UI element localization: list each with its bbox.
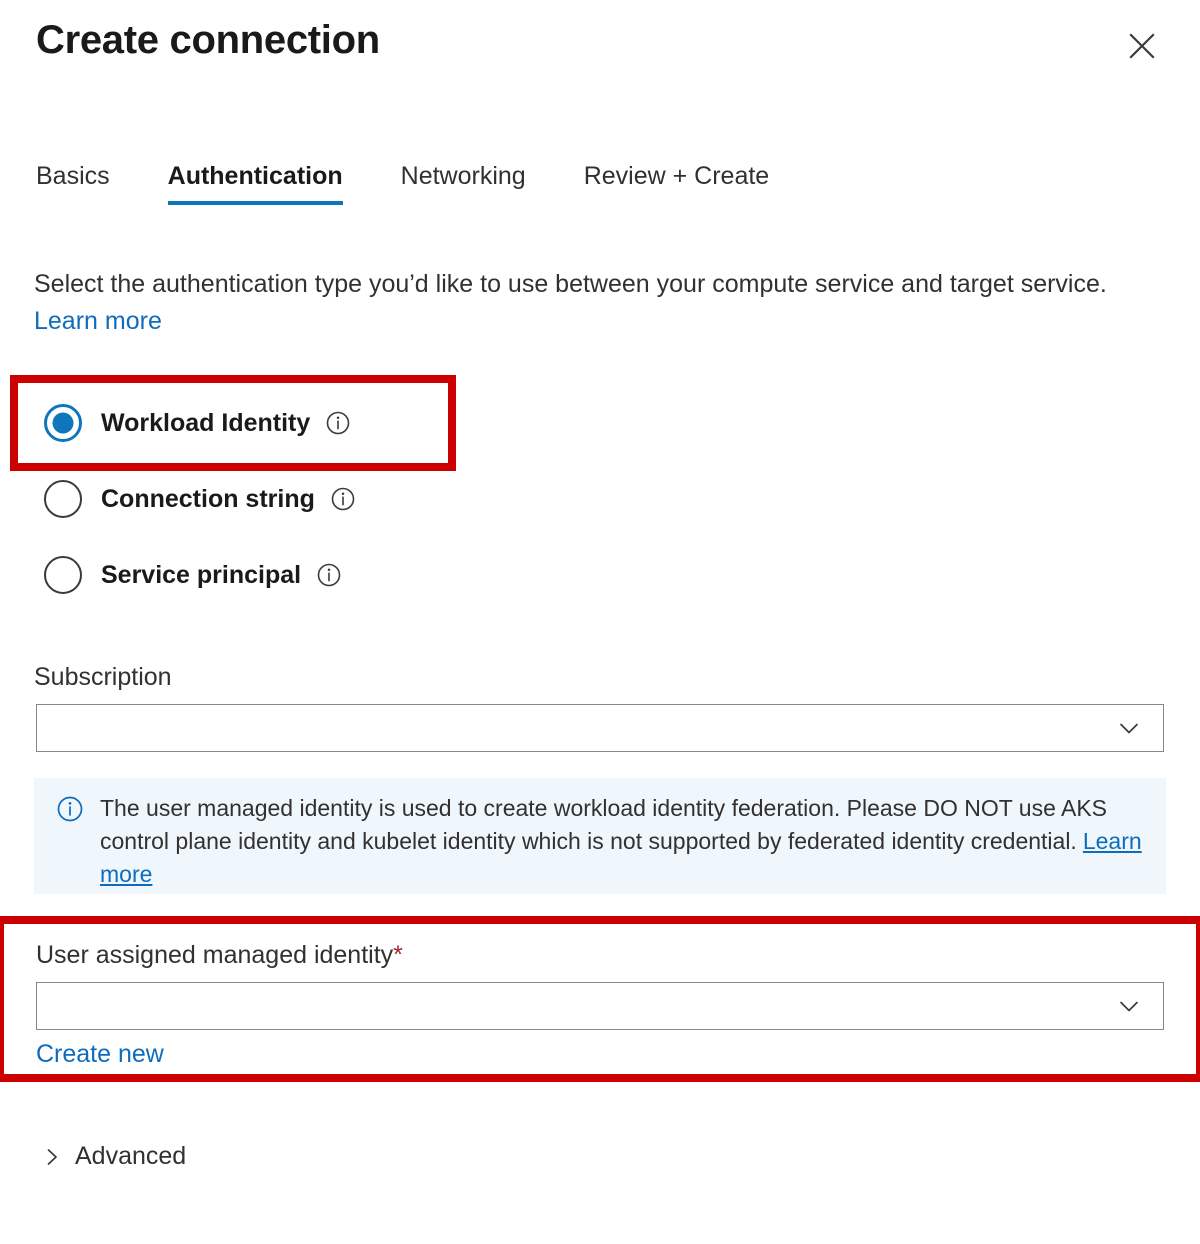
radio-connection-string[interactable]: Connection string	[44, 471, 464, 527]
radio-label-connection-string: Connection string	[101, 484, 315, 513]
auth-description-text: Select the authentication type you’d lik…	[34, 270, 1107, 298]
create-new-link[interactable]: Create new	[36, 1040, 164, 1069]
auth-description: Select the authentication type you’d lik…	[34, 266, 1124, 339]
info-icon-workload-identity[interactable]	[325, 410, 351, 436]
user-identity-label: User assigned managed identity*	[36, 941, 403, 970]
info-banner-text: The user managed identity is used to cre…	[100, 795, 1108, 855]
page-title: Create connection	[36, 18, 380, 62]
user-identity-label-text: User assigned managed identity	[36, 941, 394, 969]
info-banner-text-wrap: The user managed identity is used to cre…	[100, 792, 1150, 894]
auth-type-radio-group: Workload Identity Connection string Serv…	[44, 395, 464, 603]
info-banner: The user managed identity is used to cre…	[34, 778, 1166, 894]
learn-more-link[interactable]: Learn more	[34, 307, 162, 335]
tab-networking[interactable]: Networking	[401, 162, 526, 205]
info-circle-icon	[56, 795, 84, 894]
radio-mark-selected[interactable]	[44, 404, 82, 442]
tab-basics[interactable]: Basics	[36, 162, 110, 205]
subscription-label: Subscription	[34, 663, 172, 691]
user-identity-dropdown[interactable]	[36, 982, 1164, 1030]
info-icon-service-principal[interactable]	[316, 562, 342, 588]
radio-service-principal[interactable]: Service principal	[44, 547, 464, 603]
info-icon-connection-string[interactable]	[330, 486, 356, 512]
tab-bar: Basics Authentication Networking Review …	[36, 162, 769, 205]
tab-authentication[interactable]: Authentication	[167, 162, 343, 205]
required-marker: *	[393, 941, 403, 969]
radio-label-workload-identity: Workload Identity	[101, 408, 311, 437]
radio-mark-unselected[interactable]	[44, 556, 82, 594]
close-button[interactable]	[1122, 26, 1162, 66]
tab-review-create[interactable]: Review + Create	[584, 162, 770, 205]
advanced-label: Advanced	[75, 1142, 187, 1170]
close-icon	[1126, 30, 1158, 62]
chevron-down-icon	[1115, 992, 1163, 1020]
radio-mark-unselected[interactable]	[44, 480, 82, 518]
subscription-dropdown[interactable]	[36, 704, 1164, 752]
radio-label-service-principal: Service principal	[101, 560, 302, 589]
advanced-expander[interactable]: Advanced	[44, 1142, 186, 1171]
chevron-down-icon	[1115, 714, 1163, 742]
radio-workload-identity[interactable]: Workload Identity	[44, 395, 464, 451]
chevron-right-icon	[44, 1145, 62, 1169]
